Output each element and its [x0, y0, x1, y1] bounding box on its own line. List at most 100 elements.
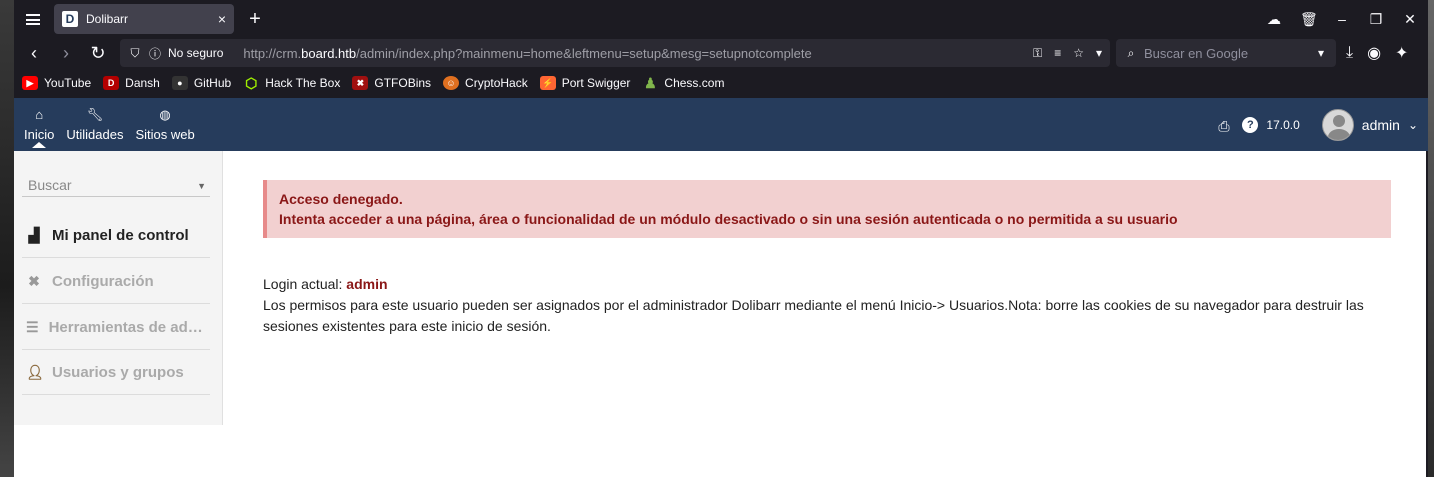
bookmark-label: Chess.com [664, 76, 725, 90]
leftmenu-item-configuracion[interactable]: ✖ Configuración [22, 259, 210, 304]
window-controls: ☁ 🗑 – ❐ ✕ [1266, 0, 1418, 38]
reload-button[interactable]: ↻ [82, 39, 114, 67]
chart-icon: ▟ [28, 226, 40, 243]
browser-menu-button[interactable] [14, 0, 52, 38]
youtube-icon: ▶ [22, 76, 38, 90]
print-icon[interactable]: ⎙ [1218, 118, 1234, 134]
left-search-placeholder: Buscar [28, 177, 72, 193]
login-label: Login actual: [263, 276, 347, 292]
search-bar[interactable]: ⌕ Buscar en Google ▾ [1116, 39, 1336, 67]
access-denied-alert: Acceso denegado. Intenta acceder a una p… [263, 180, 1391, 238]
bookmark-label: YouTube [44, 76, 92, 90]
leftmenu-label: Usuarios y grupos [52, 363, 184, 381]
gtfobins-icon: ✖ [352, 76, 369, 90]
topmenu-inicio[interactable]: ⌂ Inicio [18, 98, 60, 151]
key-icon[interactable]: ⚿ [1033, 46, 1042, 61]
new-tab-button[interactable]: + [240, 4, 270, 34]
server-icon: ☰ [26, 318, 39, 335]
navigation-toolbar: ‹ › ↻ ⛉ ⓘ No seguro http://crm.board.htb… [14, 38, 1428, 68]
leftmenu-label: Herramientas de administración [48, 318, 210, 336]
left-search-select[interactable]: Buscar ▼ [22, 177, 210, 197]
tools-icon: ✖ [28, 272, 40, 289]
login-user: admin [346, 276, 388, 292]
leftmenu-label: Configuración [52, 272, 154, 290]
browser-window: D Dolibarr × + ☁ 🗑 – ❐ ✕ ‹ › ↻ ⛉ ⓘ No se… [14, 0, 1428, 477]
topmenu-label: Utilidades [66, 127, 124, 142]
topmenu-utilidades[interactable]: 🔧︎ Utilidades [60, 98, 129, 151]
address-bar[interactable]: ⛉ ⓘ No seguro http://crm.board.htb/admin… [120, 39, 1110, 67]
restore-icon[interactable]: ❐ [1368, 11, 1384, 28]
topmenu-label: Inicio [24, 127, 55, 142]
chess-pawn-icon: ♟ [644, 74, 657, 91]
user-name[interactable]: admin [1362, 117, 1400, 133]
close-window-icon[interactable]: ✕ [1402, 11, 1418, 28]
search-placeholder: Buscar en Google [1144, 45, 1249, 61]
chevron-down-icon: ▼ [197, 181, 206, 191]
search-dropdown-icon[interactable]: ▾ [1314, 46, 1328, 60]
search-icon: ⌕ [1127, 45, 1135, 60]
desktop-background-left [0, 0, 14, 477]
left-menu: Buscar ▼ ▟ Mi panel de control ✖ Configu… [14, 151, 223, 425]
back-button[interactable]: ‹ [18, 39, 50, 67]
globe-icon: ◍ [159, 107, 171, 122]
bookmarks-bar: ▶ YouTube D Dansh ● GitHub ⬡ Hack The Box ✖ G… [14, 68, 1428, 98]
help-icon[interactable]: ? [1242, 116, 1259, 133]
alert-message: Intenta acceder a una página, área o fun… [279, 211, 1178, 227]
download-icon[interactable]: ⤓ [1346, 44, 1353, 62]
dansh-icon: D [103, 76, 120, 90]
forward-button[interactable]: › [50, 39, 82, 67]
chevron-down-icon[interactable]: ⌄ [1408, 118, 1418, 132]
bookmark-github[interactable]: ● GitHub [171, 76, 232, 90]
bookmark-portswigger[interactable]: ⚡ Port Swigger [539, 76, 631, 90]
cloud-icon[interactable]: ☁ [1266, 11, 1282, 28]
leftmenu-item-herramientas[interactable]: ☰ Herramientas de administración [22, 305, 210, 350]
url-prefix: http://crm. [243, 45, 302, 61]
reader-mode-icon[interactable]: ≡ [1054, 46, 1061, 61]
leftmenu-item-usuarios[interactable]: 👤︎ Usuarios y grupos [22, 350, 210, 395]
bookmark-label: GitHub [193, 76, 232, 90]
info-icon[interactable]: ⓘ [148, 45, 162, 62]
home-icon: ⌂ [35, 107, 44, 122]
minimize-icon[interactable]: – [1334, 11, 1350, 27]
bookmark-chess[interactable]: ♟ Chess.com [642, 74, 725, 91]
bookmark-label: Port Swigger [561, 76, 631, 90]
url-text[interactable]: http://crm.board.htb/admin/index.php?mai… [243, 46, 1027, 61]
alert-title: Acceso denegado. [279, 191, 403, 207]
tab-dolibarr[interactable]: D Dolibarr × [54, 4, 234, 34]
tab-strip: D Dolibarr × + ☁ 🗑 – ❐ ✕ [14, 0, 1428, 38]
bookmark-dansh[interactable]: D Dansh [103, 76, 160, 90]
tab-title: Dolibarr [86, 12, 129, 26]
main-content: Acceso denegado. Intenta acceder a una p… [263, 180, 1391, 337]
bookmark-star-icon[interactable]: ☆ [1073, 46, 1084, 61]
bookmark-label: CryptoHack [465, 76, 528, 90]
page-body: Buscar ▼ ▟ Mi panel de control ✖ Configu… [14, 151, 1426, 477]
bookmark-cryptohack[interactable]: ☺ CryptoHack [443, 76, 528, 90]
bookmark-label: Dansh [125, 76, 160, 90]
bookmark-gtfobins[interactable]: ✖ GTFOBins [352, 76, 431, 90]
security-label: No seguro [168, 46, 224, 60]
hackthebox-icon: ⬡ [245, 74, 258, 91]
tab-close-icon[interactable]: × [218, 11, 226, 27]
leftmenu-label: Mi panel de control [52, 226, 189, 244]
permissions-text: Los permisos para este usuario pueden se… [263, 297, 1364, 334]
shield-icon[interactable]: ⛉ [128, 46, 142, 61]
extension-mask-icon[interactable]: ◉ [1367, 43, 1381, 63]
puzzle-icon[interactable]: ✦ [1395, 43, 1408, 63]
avatar[interactable] [1321, 108, 1354, 141]
dolibarr-top-menu: ⌂ Inicio 🔧︎ Utilidades ◍ Sitios web ⎙ ? … [14, 98, 1428, 151]
url-host: board.htb [301, 45, 357, 61]
bookmark-youtube[interactable]: ▶ YouTube [22, 76, 91, 90]
topmenu-sitios-web[interactable]: ◍ Sitios web [129, 98, 200, 151]
version-label: 17.0.0 [1266, 117, 1300, 132]
chevron-down-icon[interactable]: ▾ [1096, 46, 1102, 61]
dolibarr-favicon-icon: D [62, 11, 78, 27]
topmenu-label: Sitios web [135, 127, 195, 142]
leftmenu-item-dashboard[interactable]: ▟ Mi panel de control [22, 213, 210, 258]
login-info: Login actual: admin Los permisos para es… [263, 274, 1391, 337]
bookmark-hackthebox[interactable]: ⬡ Hack The Box [243, 74, 341, 91]
bookmark-label: GTFOBins [374, 76, 432, 90]
portswigger-icon: ⚡ [539, 76, 556, 90]
trash-icon[interactable]: 🗑 [1300, 11, 1318, 28]
hamburger-icon [26, 13, 40, 25]
bookmark-label: Hack The Box [265, 76, 341, 90]
